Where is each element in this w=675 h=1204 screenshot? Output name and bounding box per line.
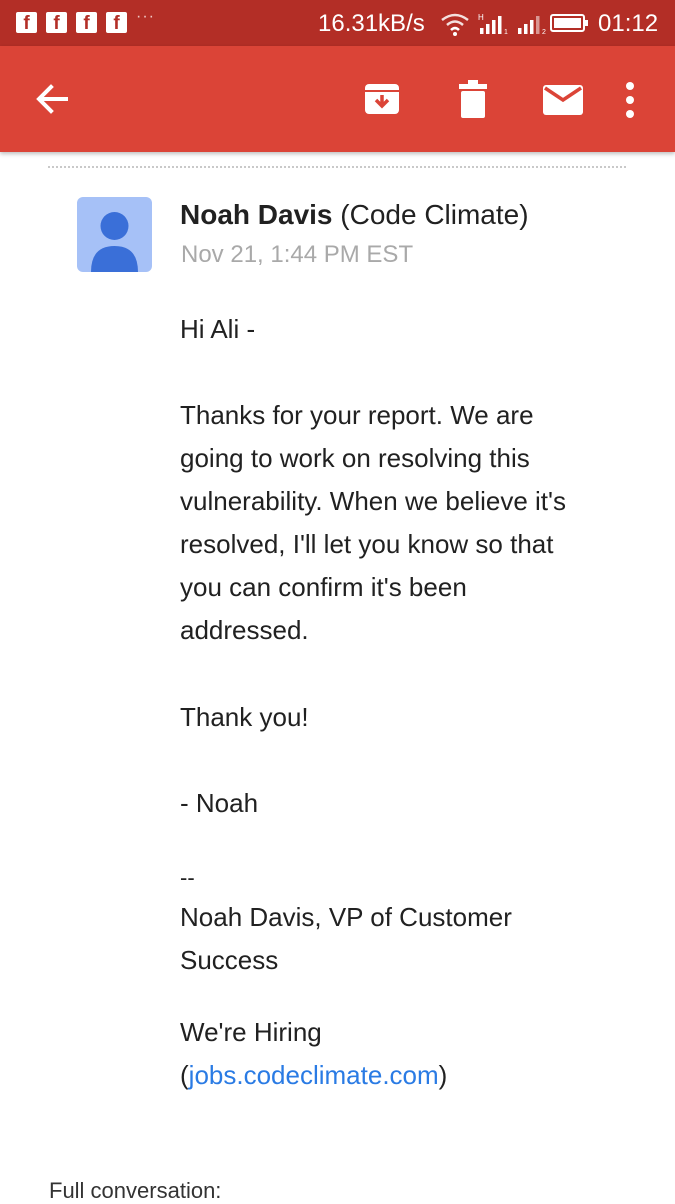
- body-line: you can confirm it's been: [180, 572, 467, 602]
- svg-text:H: H: [478, 13, 484, 22]
- sender[interactable]: Noah Davis (Code Climate): [180, 198, 529, 232]
- wifi-icon: [441, 13, 469, 36]
- signature-line: Success: [180, 945, 279, 975]
- clock: 01:12: [598, 10, 659, 37]
- body-line: addressed.: [180, 615, 309, 645]
- app-bar: [0, 46, 675, 152]
- battery-icon: [550, 14, 588, 32]
- hiring-link[interactable]: jobs.codeclimate.com: [189, 1060, 439, 1090]
- open-paren: (: [180, 1060, 189, 1090]
- avatar[interactable]: [77, 197, 152, 272]
- signature-separator: --: [180, 865, 195, 890]
- signal-strength-icon: H 1: [478, 13, 508, 36]
- body-line: going to work on resolving this: [180, 443, 530, 473]
- status-bar: f f f f ··· 16.31kB/s H 1 2 01:12: [0, 0, 675, 46]
- svg-text:2: 2: [542, 29, 546, 36]
- conversation-separator: [48, 166, 626, 168]
- hiring-link-line: (jobs.codeclimate.com): [180, 1054, 447, 1097]
- arrow-back-icon[interactable]: [32, 80, 70, 118]
- sender-organization: (Code Climate): [340, 199, 529, 230]
- signoff: - Noah: [180, 788, 259, 818]
- more-notifications-indicator: ···: [136, 8, 155, 25]
- body-line: Thanks for your report. We are: [180, 400, 534, 430]
- full-conversation-label: Full conversation:: [49, 1178, 222, 1203]
- facebook-icon: f: [106, 12, 127, 34]
- person-icon: [91, 212, 138, 272]
- facebook-icon: f: [76, 12, 97, 34]
- facebook-icon: f: [16, 12, 37, 34]
- delete-icon[interactable]: [455, 80, 491, 120]
- facebook-icon: f: [46, 12, 67, 34]
- hiring-text: We're Hiring: [180, 1017, 322, 1047]
- thank-you-line: Thank you!: [180, 702, 309, 732]
- mark-unread-icon[interactable]: [542, 84, 584, 116]
- sender-name: Noah Davis: [180, 199, 333, 230]
- network-speed: 16.31kB/s: [318, 10, 425, 37]
- body-line: resolved, I'll let you know so that: [180, 529, 554, 559]
- close-paren: ): [438, 1060, 448, 1090]
- more-vert-icon[interactable]: [622, 82, 638, 118]
- greeting: Hi Ali -: [180, 314, 256, 344]
- signature-line: Noah Davis, VP of Customer: [180, 902, 512, 932]
- archive-icon[interactable]: [363, 80, 401, 118]
- message-date: Nov 21, 1:44 PM EST: [181, 241, 414, 268]
- body-line: vulnerability. When we believe it's: [180, 486, 566, 516]
- signal-strength-icon: 2: [518, 16, 546, 36]
- svg-text:1: 1: [504, 29, 508, 36]
